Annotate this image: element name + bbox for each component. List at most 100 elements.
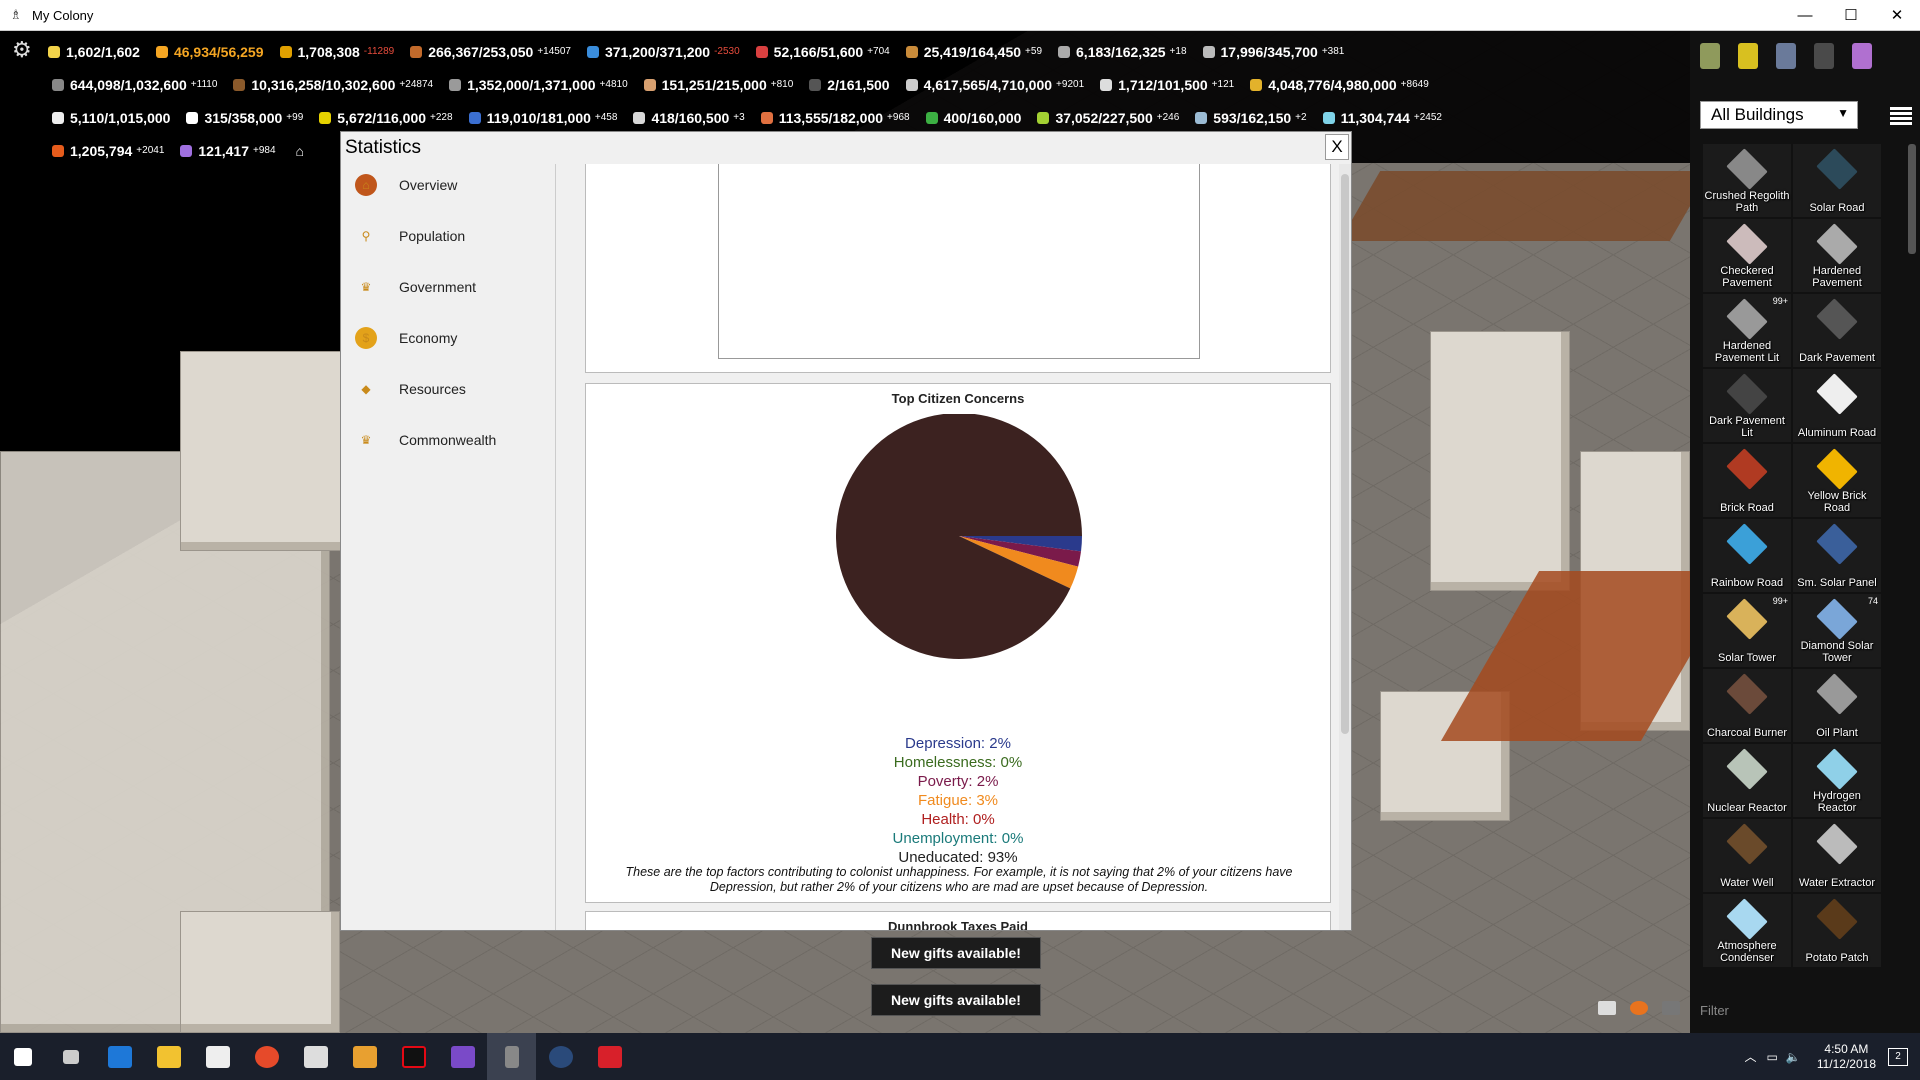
building-category-select[interactable]: All Buildings ▼: [1700, 101, 1858, 129]
building-tile[interactable]: Oil Plant: [1793, 669, 1881, 742]
building-tile[interactable]: Diamond Solar Tower 74: [1793, 594, 1881, 667]
resource-item: 371,200/371,200 -2530: [586, 44, 740, 60]
mini-toolbar: [1598, 1001, 1680, 1015]
building-label: Charcoal Burner: [1706, 727, 1788, 739]
building-tile[interactable]: Water Extractor: [1793, 819, 1881, 892]
twitch-button[interactable]: [438, 1033, 487, 1080]
steam-button[interactable]: [536, 1033, 585, 1080]
building-tile[interactable]: Sm. Solar Panel: [1793, 519, 1881, 592]
building-tile[interactable]: Dark Pavement Lit: [1703, 369, 1791, 442]
close-window-button[interactable]: ✕: [1874, 0, 1920, 30]
building-tile[interactable]: Dark Pavement: [1793, 294, 1881, 367]
building-filter-input[interactable]: Filter: [1700, 1003, 1729, 1018]
netflix-button[interactable]: [389, 1033, 438, 1080]
fish-icon: [760, 111, 773, 124]
notification-icon[interactable]: 2: [1888, 1047, 1908, 1066]
dialog-scrollbar[interactable]: [1339, 164, 1351, 930]
settings-gear-icon[interactable]: ⚙: [12, 37, 32, 63]
resource-value: 1,712/101,500: [1118, 76, 1208, 93]
battery-icon[interactable]: [1700, 43, 1720, 69]
rock-icon: [52, 78, 64, 91]
task-view-icon: [62, 1049, 79, 1064]
media-button[interactable]: [340, 1033, 389, 1080]
building-thumbnail: [1726, 673, 1768, 715]
clock[interactable]: 4:50 AM 11/12/2018: [1817, 1042, 1876, 1072]
resource-delta: +14507: [537, 46, 571, 57]
ship-icon[interactable]: [1776, 43, 1796, 69]
game-button[interactable]: [585, 1033, 634, 1080]
building-thumbnail: [1816, 298, 1858, 340]
gifts-button[interactable]: New gifts available!: [871, 984, 1041, 1016]
resource-value: 46,934/56,259: [173, 43, 264, 60]
minimize-button[interactable]: —: [1782, 0, 1828, 30]
building-tile[interactable]: Rainbow Road: [1703, 519, 1791, 592]
volume-icon[interactable]: 🔈: [1786, 1050, 1801, 1064]
resource-item: 113,555/182,000 +968: [760, 110, 910, 126]
building-tile[interactable]: Hardened Pavement: [1793, 219, 1881, 292]
tech-icon[interactable]: [1814, 43, 1834, 69]
chat-icon[interactable]: [1630, 1001, 1648, 1015]
store-button[interactable]: [193, 1033, 242, 1080]
task-view-button[interactable]: [46, 1033, 95, 1080]
farm-field: [1339, 171, 1711, 241]
building-label: Water Extractor: [1799, 877, 1875, 889]
apartment-tower[interactable]: [1430, 331, 1570, 591]
building-thumbnail: [1816, 523, 1858, 565]
building-label: Solar Tower: [1718, 652, 1776, 664]
building-tile[interactable]: Atmosphere Condenser: [1703, 894, 1791, 967]
list-view-icon[interactable]: [1890, 107, 1912, 125]
building-tile[interactable]: Potato Patch: [1793, 894, 1881, 967]
explorer-button[interactable]: [144, 1033, 193, 1080]
my-colony-icon: [504, 1045, 519, 1068]
system-tray: ︿ ▭ 🔈 4:50 AM 11/12/2018 2: [1745, 1033, 1920, 1080]
nav-commonwealth[interactable]: ♛ Commonwealth: [355, 425, 496, 455]
nav-resources[interactable]: ◆ Resources: [355, 374, 466, 404]
building-tile[interactable]: Checkered Pavement: [1703, 219, 1791, 292]
mail-button[interactable]: [291, 1033, 340, 1080]
building-tile[interactable]: Solar Road: [1793, 144, 1881, 217]
building-tile[interactable]: Water Well: [1703, 819, 1791, 892]
maximize-button[interactable]: ☐: [1828, 0, 1874, 30]
screen-icon[interactable]: [1662, 1001, 1680, 1015]
building-tile[interactable]: Nuclear Reactor: [1703, 744, 1791, 817]
chevron-up-icon[interactable]: ︿: [1745, 1048, 1757, 1065]
nav-economy[interactable]: $ Economy: [355, 323, 457, 353]
building-tile[interactable]: Aluminum Road: [1793, 369, 1881, 442]
dialog-close-button[interactable]: X: [1325, 134, 1349, 160]
nav-population[interactable]: ⚲ Population: [355, 221, 465, 251]
building-tile[interactable]: Hydrogen Reactor: [1793, 744, 1881, 817]
game-viewport[interactable]: ⚙ 1,602/1,602 46,934/56,259 1,708,308 -1128…: [0, 31, 1920, 1033]
building-tile[interactable]: Brick Road: [1703, 444, 1791, 517]
resource-item: 5,110/1,015,000: [52, 110, 170, 126]
my-colony-button[interactable]: [487, 1033, 536, 1080]
building-label: Water Well: [1720, 877, 1774, 889]
building-tile[interactable]: Yellow Brick Road: [1793, 444, 1881, 517]
cup-icon: [1100, 78, 1113, 91]
tower-building[interactable]: [180, 911, 340, 1033]
resource-delta: +968: [887, 112, 910, 123]
legend-item: Depression: 2%: [905, 735, 1011, 752]
building-tile[interactable]: Crushed Regolith Path: [1703, 144, 1791, 217]
building-label: Yellow Brick Road: [1807, 490, 1867, 514]
diamond-icon: [186, 111, 199, 124]
sidebar-scrollbar[interactable]: [1908, 144, 1916, 254]
windows-icon: [14, 1047, 32, 1066]
resource-item: 315/358,000 +99: [186, 110, 303, 126]
building-tile[interactable]: Solar Tower 99+: [1703, 594, 1791, 667]
start-button[interactable]: [0, 1033, 46, 1080]
potion-icon[interactable]: [1852, 43, 1872, 69]
network-icon[interactable]: ▭: [1767, 1050, 1778, 1064]
gifts-button[interactable]: New gifts available!: [871, 937, 1041, 969]
nav-government[interactable]: ♛ Government: [355, 272, 476, 302]
edge-button[interactable]: [95, 1033, 144, 1080]
rover-icon[interactable]: [1738, 43, 1758, 69]
town-hall-icon[interactable]: ⌂: [296, 143, 304, 159]
building-label: Crushed Regolith Path: [1704, 190, 1790, 214]
resource-item: 10,316,258/10,302,600 +24874: [233, 77, 433, 93]
resource-item: 119,010/181,000 +458: [468, 110, 617, 126]
gift-icon[interactable]: [1598, 1001, 1616, 1015]
nav-overview[interactable]: ⌂ Overview: [355, 170, 457, 200]
building-tile[interactable]: Hardened Pavement Lit 99+: [1703, 294, 1791, 367]
building-tile[interactable]: Charcoal Burner: [1703, 669, 1791, 742]
chrome-button[interactable]: [242, 1033, 291, 1080]
